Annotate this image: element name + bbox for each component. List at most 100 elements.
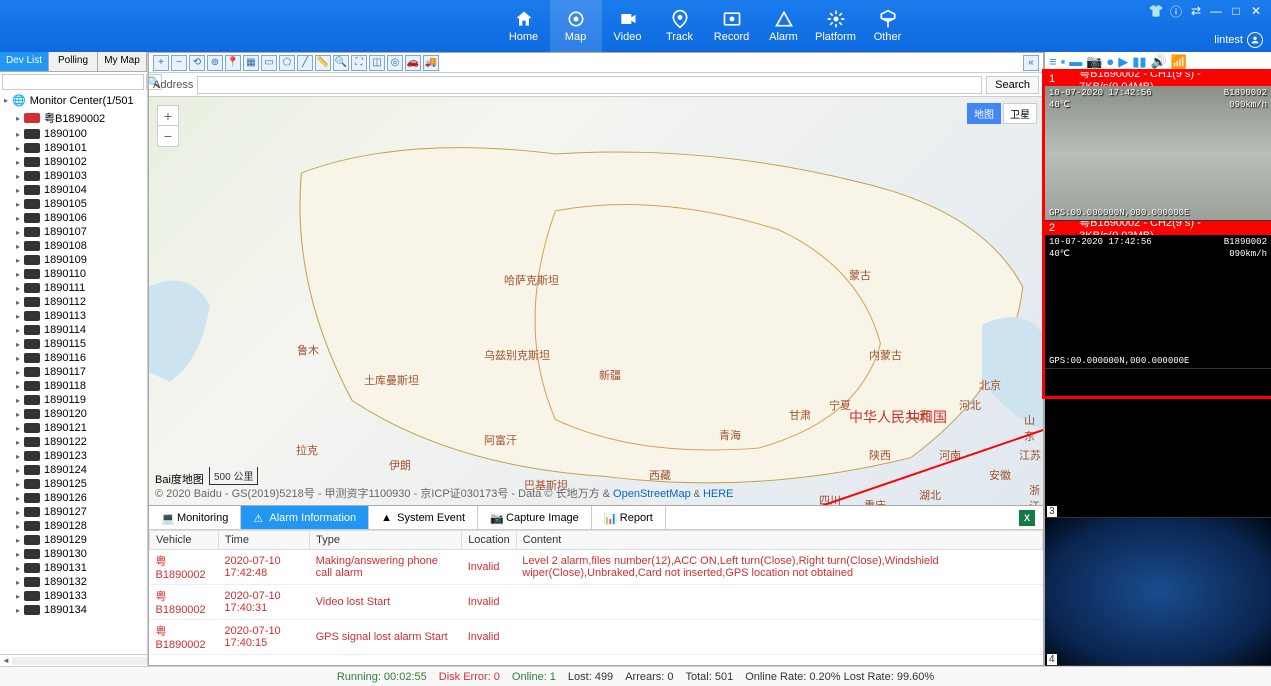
tool-rect-icon[interactable]: ▭ [261, 55, 277, 71]
sidebar-tab-1[interactable]: Polling [49, 52, 98, 71]
tool-line-icon[interactable]: ╱ [297, 55, 313, 71]
grid1-icon[interactable]: ▪ [1061, 54, 1066, 69]
device-search-input[interactable] [2, 74, 144, 90]
osm-link[interactable]: OpenStreetMap [613, 488, 691, 500]
device-item[interactable]: 1890127 [0, 505, 147, 519]
maximize-icon[interactable]: □ [1229, 4, 1243, 18]
device-item[interactable]: 1890106 [0, 211, 147, 225]
device-item[interactable]: 1890117 [0, 365, 147, 379]
search-button[interactable]: Search [986, 76, 1039, 94]
shirt-icon[interactable]: 👕 [1149, 4, 1163, 18]
device-item[interactable]: 1890126 [0, 491, 147, 505]
tool-grid-icon[interactable]: ▦ [243, 55, 259, 71]
nav-other[interactable]: Other [862, 0, 914, 52]
device-item[interactable]: 1890111 [0, 281, 147, 295]
volume-icon[interactable]: 🔊 [1151, 54, 1167, 70]
bottom-tab-1[interactable]: ⚠Alarm Information [241, 506, 369, 529]
device-item[interactable]: 1890103 [0, 169, 147, 183]
bottom-tab-3[interactable]: 📷Capture Image [478, 506, 592, 529]
tool-poly-icon[interactable]: ⬠ [279, 55, 295, 71]
device-item[interactable]: 1890122 [0, 435, 147, 449]
tool-car-icon[interactable]: 🚗 [405, 55, 421, 71]
address-input[interactable] [197, 76, 982, 94]
play-icon[interactable]: ▶ [1118, 54, 1128, 70]
grid4-icon[interactable]: ▬ [1069, 54, 1082, 69]
sidebar-hscroll[interactable] [0, 654, 147, 666]
tool-minus-icon[interactable]: − [171, 55, 187, 71]
device-item[interactable]: 1890129 [0, 533, 147, 547]
device-item[interactable]: 1890108 [0, 239, 147, 253]
device-item[interactable]: 1890113 [0, 309, 147, 323]
info-icon[interactable]: ⓘ [1169, 4, 1183, 18]
device-item[interactable]: 1890104 [0, 183, 147, 197]
alarm-row[interactable]: 粤B18900022020-07-10 17:40:15GPS signal l… [150, 620, 1043, 655]
device-item[interactable]: 1890115 [0, 337, 147, 351]
tool-truck-icon[interactable]: 🚚 [423, 55, 439, 71]
sidebar-tab-2[interactable]: My Map [98, 52, 147, 71]
here-link[interactable]: HERE [703, 488, 734, 500]
alarm-row[interactable]: 粤B18900022020-07-10 17:42:48Making/answe… [150, 550, 1043, 585]
signal-icon[interactable]: 📶 [1171, 54, 1187, 70]
tool-refresh-icon[interactable]: ⟲ [189, 55, 205, 71]
video-cell-4[interactable]: 4 [1045, 518, 1271, 667]
device-item[interactable]: 1890100 [0, 127, 147, 141]
device-item[interactable]: 1890101 [0, 141, 147, 155]
swap-icon[interactable]: ⇄ [1189, 4, 1203, 18]
map-badge-satellite[interactable]: 卫星 [1003, 103, 1037, 124]
video-cell-1[interactable]: 1粤B1890002 - CH1(9 s) - 7KB/s(0.04MB)10-… [1045, 72, 1271, 221]
device-item[interactable]: 1890102 [0, 155, 147, 169]
device-item[interactable]: 1890110 [0, 267, 147, 281]
tool-ruler-icon[interactable]: 📏 [315, 55, 331, 71]
device-item[interactable]: 1890114 [0, 323, 147, 337]
nav-video[interactable]: Video [602, 0, 654, 52]
tree-root[interactable]: 🌐 Monitor Center(1/501 [0, 92, 147, 109]
device-item[interactable]: 1890116 [0, 351, 147, 365]
tool-location-icon[interactable]: ⊚ [207, 55, 223, 71]
tool-aim-icon[interactable]: ◎ [387, 55, 403, 71]
device-item[interactable]: 1890105 [0, 197, 147, 211]
menu-icon[interactable]: ≡ [1049, 54, 1057, 69]
camera-icon[interactable]: 📷 [1086, 54, 1102, 70]
device-item[interactable]: 1890119 [0, 393, 147, 407]
device-item[interactable]: 1890109 [0, 253, 147, 267]
tool-plus-icon[interactable]: + [153, 55, 169, 71]
nav-map[interactable]: Map [550, 0, 602, 52]
device-item[interactable]: 1890123 [0, 449, 147, 463]
bottom-tab-4[interactable]: 📊Report [592, 506, 666, 529]
alarm-row[interactable]: 粤B18900022020-07-10 17:40:31Video lost S… [150, 585, 1043, 620]
device-item[interactable]: 1890128 [0, 519, 147, 533]
device-item[interactable]: 1890121 [0, 421, 147, 435]
bottom-tab-0[interactable]: 💻Monitoring [149, 506, 241, 529]
video-cell-3[interactable]: 3 [1045, 369, 1271, 518]
minimize-icon[interactable]: — [1209, 4, 1223, 18]
device-item[interactable]: 1890107 [0, 225, 147, 239]
tool-pin-icon[interactable]: 📍 [225, 55, 241, 71]
nav-home[interactable]: Home [498, 0, 550, 52]
device-item[interactable]: 1890120 [0, 407, 147, 421]
tool-panel-icon[interactable]: ◫ [369, 55, 385, 71]
map-badge-map[interactable]: 地图 [967, 103, 1001, 124]
nav-alarm[interactable]: Alarm [758, 0, 810, 52]
device-item[interactable]: 1890134 [0, 603, 147, 617]
nav-record[interactable]: Record [706, 0, 758, 52]
device-item[interactable]: 1890112 [0, 295, 147, 309]
user-info[interactable]: lintest [1214, 32, 1263, 48]
tool-search-icon[interactable]: 🔍 [333, 55, 349, 71]
tool-full-icon[interactable]: ⛶ [351, 55, 367, 71]
video-cell-2[interactable]: 2粤B1890002 - CH2(9 s) - 3KB/s(0.03MB)10-… [1045, 221, 1271, 370]
bars-icon[interactable]: ▮▮ [1132, 54, 1146, 70]
nav-track[interactable]: Track [654, 0, 706, 52]
bottom-tab-2[interactable]: ▲System Event [369, 506, 478, 529]
device-item[interactable]: 1890130 [0, 547, 147, 561]
device-item[interactable]: 1890125 [0, 477, 147, 491]
device-item[interactable]: 粤B1890002 [0, 109, 147, 127]
nav-platform[interactable]: Platform [810, 0, 862, 52]
zoom-in-icon[interactable]: + [158, 106, 178, 126]
device-item[interactable]: 1890131 [0, 561, 147, 575]
device-item[interactable]: 1890124 [0, 463, 147, 477]
device-item[interactable]: 1890132 [0, 575, 147, 589]
tool-collapse-icon[interactable]: « [1023, 55, 1039, 71]
device-item[interactable]: 1890118 [0, 379, 147, 393]
export-excel-icon[interactable]: X [1019, 510, 1035, 526]
device-item[interactable]: 1890133 [0, 589, 147, 603]
